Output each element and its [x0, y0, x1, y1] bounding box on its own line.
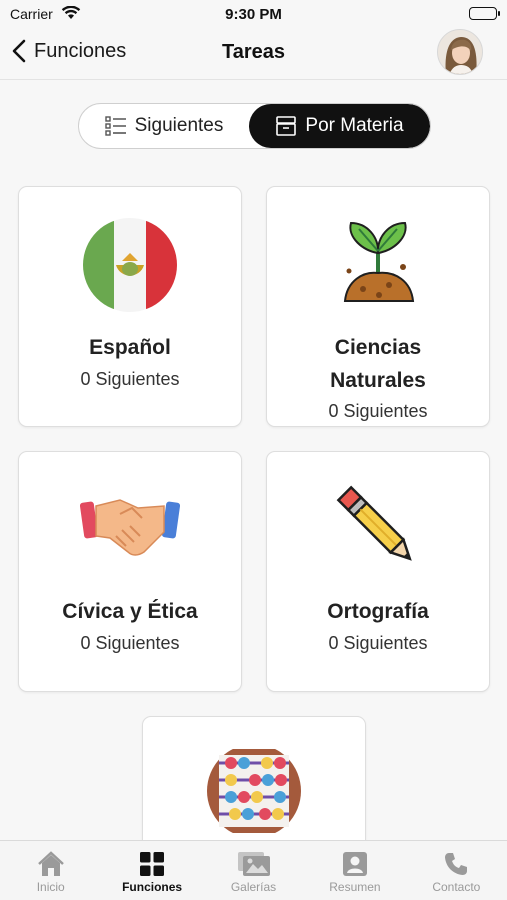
tab-inicio[interactable]: Inicio	[0, 841, 101, 900]
tab-label: Resumen	[329, 880, 381, 894]
user-card-icon	[342, 852, 367, 876]
tab-label: Contacto	[432, 880, 481, 894]
subject-count: 0 Siguientes	[328, 401, 428, 421]
tab-galerias[interactable]: Galerías	[203, 841, 304, 900]
subject-count: 0 Siguientes	[80, 633, 180, 653]
home-icon	[37, 851, 64, 876]
tab-label: Funciones	[122, 880, 183, 894]
plant-sprout-icon	[267, 217, 489, 309]
subject-card-ciencias-naturales[interactable]: Ciencias Naturales 0 Siguientes	[266, 186, 490, 427]
abacus-icon	[143, 749, 365, 833]
status-time: 9:30 PM	[225, 6, 282, 23]
segment-por-materia[interactable]: Por Materia	[249, 104, 430, 148]
subject-name: Español	[89, 336, 171, 359]
handshake-icon	[19, 488, 241, 560]
tab-funciones[interactable]: Funciones	[101, 841, 202, 900]
subject-name: Ortografía	[327, 600, 429, 623]
phone-icon	[445, 853, 468, 875]
tab-resumen[interactable]: Resumen	[304, 841, 405, 900]
subject-card-matematicas[interactable]	[142, 716, 366, 856]
segment-por-materia-label: Por Materia	[305, 115, 404, 136]
tab-bar: Inicio Funciones Galerías Resumen Contac…	[0, 840, 507, 900]
subject-name: Cívica y Ética	[62, 600, 198, 623]
subject-name-line1: Ciencias	[334, 336, 422, 359]
segment-siguientes[interactable]: Siguientes	[79, 104, 249, 148]
grid-icon	[140, 852, 165, 876]
subject-card-civica-y-etica[interactable]: Cívica y Ética 0 Siguientes	[18, 451, 242, 692]
subject-card-espanol[interactable]: Español 0 Siguientes	[18, 186, 242, 427]
subject-count: 0 Siguientes	[80, 369, 180, 389]
subject-card-ortografia[interactable]: Ortografía 0 Siguientes	[266, 451, 490, 692]
segment-siguientes-label: Siguientes	[134, 115, 224, 136]
pencil-icon	[267, 482, 489, 572]
checklist-icon	[104, 116, 127, 136]
mexico-flag-icon	[19, 217, 241, 313]
avatar[interactable]	[437, 29, 483, 75]
tab-label: Inicio	[36, 880, 65, 894]
battery-icon	[469, 7, 500, 20]
page-title: Tareas	[221, 41, 285, 63]
subject-name-line2: Naturales	[330, 369, 426, 392]
gallery-icon	[237, 852, 270, 876]
tab-contacto[interactable]: Contacto	[406, 841, 507, 900]
subject-count: 0 Siguientes	[328, 633, 428, 653]
tab-label: Galerías	[230, 880, 277, 894]
navigation-bar: Funciones Tareas	[0, 29, 507, 80]
status-bar: Carrier 9:30 PM	[0, 0, 507, 30]
view-mode-segment: Siguientes Por Materia	[78, 103, 431, 149]
archive-drawer-icon	[275, 116, 297, 136]
